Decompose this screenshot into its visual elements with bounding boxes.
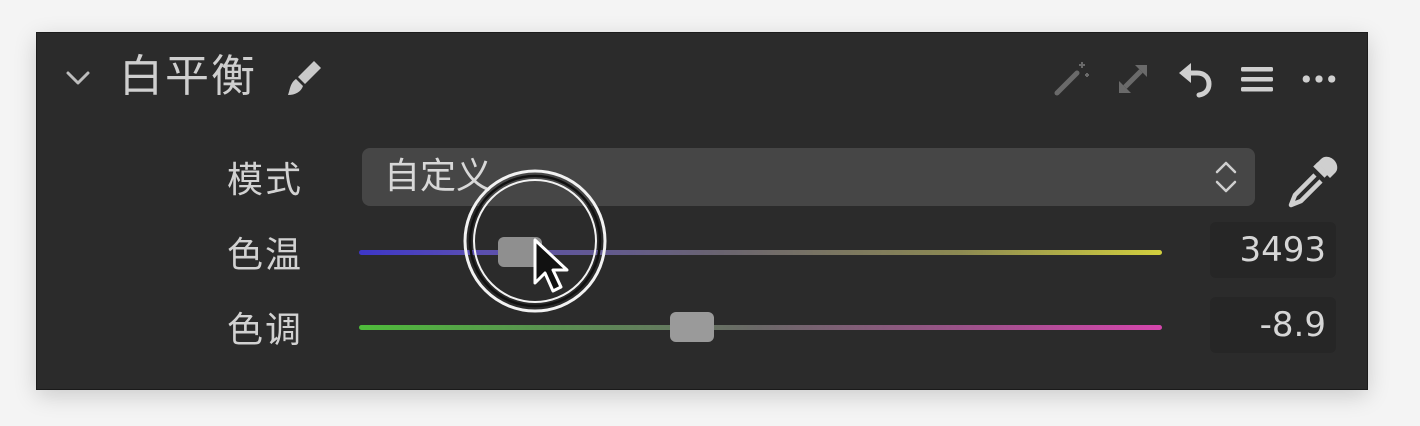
temperature-label: 色温	[227, 235, 304, 276]
list-icon	[1241, 67, 1273, 92]
magic-wand-icon	[1054, 62, 1089, 96]
brush-icon[interactable]	[281, 55, 327, 101]
tint-value-field[interactable]: -8.9	[1210, 297, 1336, 353]
expand-icon	[1119, 65, 1147, 93]
up-down-chevron-icon	[1215, 161, 1237, 193]
mode-select[interactable]: 自定义	[362, 148, 1255, 206]
more-button[interactable]	[1299, 59, 1339, 99]
tint-label: 色调	[227, 310, 304, 351]
temperature-value-field[interactable]: 3493	[1210, 222, 1336, 278]
tint-slider-track[interactable]	[359, 325, 1162, 330]
temperature-slider-thumb[interactable]	[497, 237, 542, 267]
presets-button[interactable]	[1237, 59, 1277, 99]
eyedropper-icon[interactable]	[1281, 153, 1341, 213]
auto-adjust-button[interactable]	[1051, 59, 1091, 99]
header-toolbar	[1051, 57, 1339, 101]
white-balance-panel: 白平衡 模式 自定义 色温 3493 色调 -8.9	[37, 33, 1367, 389]
mode-select-value: 自定义	[384, 156, 493, 197]
panel-header: 白平衡	[37, 33, 1367, 125]
panel-title: 白平衡	[119, 51, 257, 102]
expand-button[interactable]	[1113, 59, 1153, 99]
reset-button[interactable]	[1175, 59, 1215, 99]
chevron-down-icon[interactable]	[61, 61, 95, 95]
undo-icon	[1179, 63, 1212, 98]
temperature-slider-track[interactable]	[359, 250, 1162, 255]
tint-slider-thumb[interactable]	[670, 312, 715, 342]
mode-label: 模式	[227, 160, 304, 201]
more-icon	[1302, 75, 1336, 83]
